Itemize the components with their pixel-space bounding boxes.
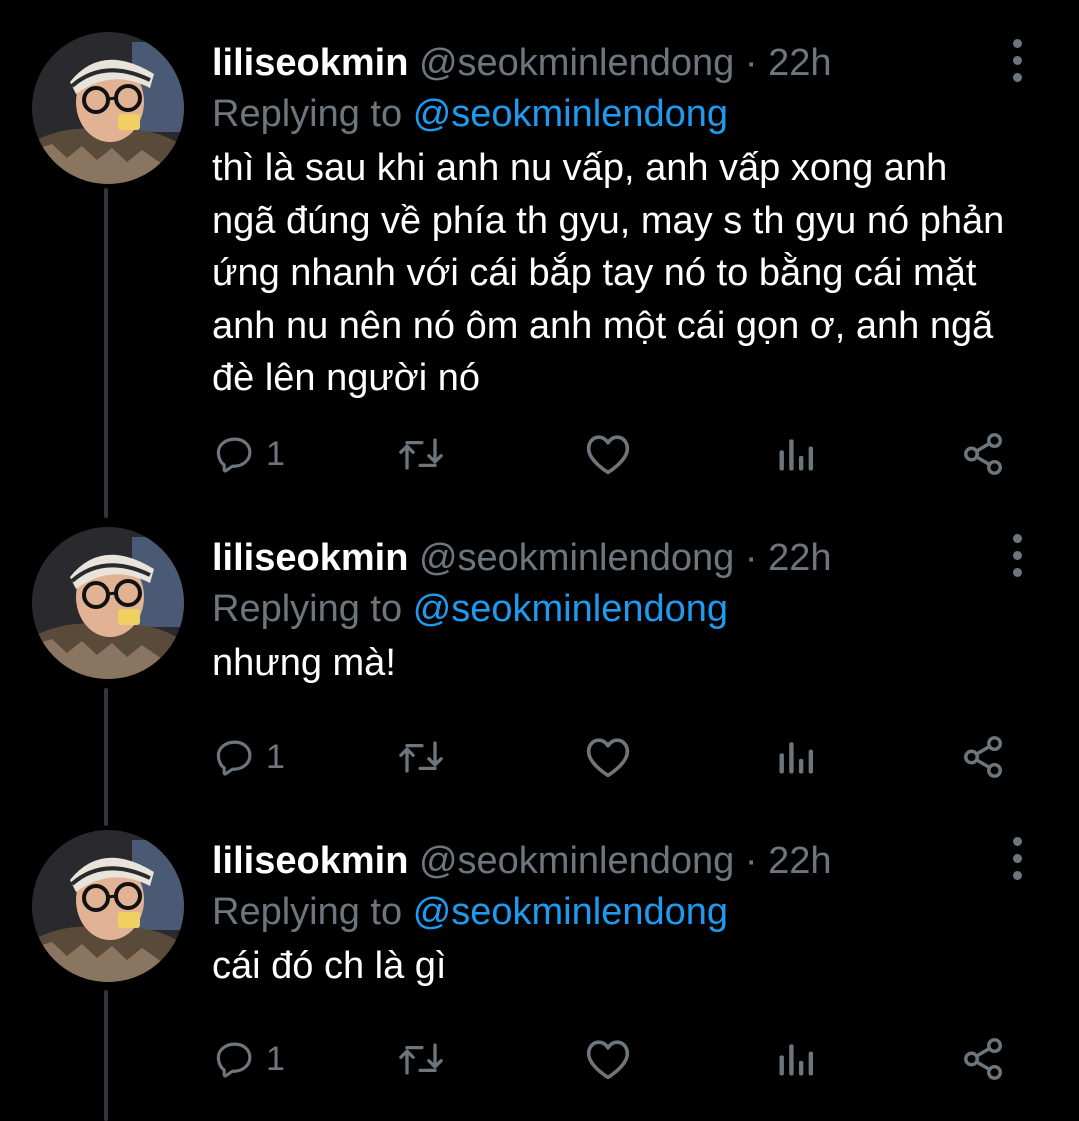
tweet-content: liliseokmin @seokminlendong · 22h Replyi… [212,798,1012,993]
retweet-icon [399,741,443,773]
reply-count: 1 [266,737,285,776]
analytics-button[interactable] [774,727,818,787]
analytics-icon [779,742,814,774]
share-button[interactable] [960,424,1006,484]
analytics-button[interactable] [774,1029,818,1089]
tweet-header: liliseokmin @seokminlendong · 22h [212,836,1012,886]
reply-icon [216,437,252,473]
tweet-text: cái đó ch là gì [212,945,447,987]
user-handle[interactable]: @seokminlendong [419,537,734,579]
retweet-icon [399,438,443,470]
share-icon [964,1038,1002,1080]
share-button[interactable] [960,727,1006,787]
reply-icon [216,1042,252,1078]
reply-count: 1 [266,434,285,473]
share-button[interactable] [960,1029,1006,1089]
separator-dot: · [744,42,758,84]
retweet-button[interactable] [395,424,447,484]
more-icon [1012,533,1022,543]
more-icon [1012,836,1022,846]
mention-link[interactable]: @seokminlendong [413,93,728,135]
replying-to: Replying to @seokminlendong [212,88,1012,140]
reply-button[interactable]: 1 [214,727,285,787]
tweet[interactable]: liliseokmin @seokminlendong · 22h Replyi… [0,495,1079,815]
replying-to: Replying to @seokminlendong [212,886,1012,938]
tweet-text: nhưng mà! [212,642,396,684]
tweet-actions: 1 [212,1029,1042,1089]
more-options-button[interactable] [1002,530,1032,580]
more-icon [1012,38,1022,48]
display-name[interactable]: liliseokmin [212,840,408,882]
tweet-text: thì là sau khi anh nu vấp, anh vấp xong … [212,147,1005,399]
like-button[interactable] [584,727,632,787]
tweet-content: liliseokmin @seokminlendong · 22h Replyi… [212,495,1012,690]
timestamp[interactable]: 22h [768,537,831,579]
mention-link[interactable]: @seokminlendong [413,891,728,933]
retweet-button[interactable] [395,1029,447,1089]
analytics-button[interactable] [774,424,818,484]
display-name[interactable]: liliseokmin [212,42,408,84]
avatar[interactable] [32,830,184,982]
separator-dot: · [744,537,758,579]
user-handle[interactable]: @seokminlendong [419,840,734,882]
share-icon [964,433,1002,475]
more-options-button[interactable] [1002,833,1032,883]
reply-count: 1 [266,1039,285,1078]
reply-button[interactable]: 1 [214,424,285,484]
like-button[interactable] [584,1029,632,1089]
like-icon [586,738,630,778]
avatar-image [32,830,184,982]
avatar[interactable] [32,527,184,679]
replying-to: Replying to @seokminlendong [212,583,1012,635]
avatar[interactable] [32,32,184,184]
replying-to-label: Replying to [212,93,403,135]
display-name[interactable]: liliseokmin [212,537,408,579]
timestamp[interactable]: 22h [768,840,831,882]
mention-link[interactable]: @seokminlendong [413,588,728,630]
analytics-icon [779,1044,814,1076]
replying-to-label: Replying to [212,891,403,933]
avatar-image [32,32,184,184]
tweet-actions: 1 [212,727,1042,787]
share-icon [964,736,1002,778]
user-handle[interactable]: @seokminlendong [419,42,734,84]
like-icon [586,1040,630,1080]
retweet-icon [399,1043,443,1075]
tweet-header: liliseokmin @seokminlendong · 22h [212,38,1012,88]
like-button[interactable] [584,424,632,484]
tweet[interactable]: liliseokmin @seokminlendong · 22h Replyi… [0,0,1079,520]
reply-button[interactable]: 1 [214,1029,285,1089]
like-icon [586,435,630,475]
avatar-image [32,527,184,679]
retweet-button[interactable] [395,727,447,787]
tweet[interactable]: liliseokmin @seokminlendong · 22h Replyi… [0,798,1079,1121]
reply-icon [216,740,252,776]
tweet-thread: liliseokmin @seokminlendong · 22h Replyi… [0,0,1079,1121]
more-options-button[interactable] [1002,35,1032,85]
analytics-icon [779,439,814,471]
replying-to-label: Replying to [212,588,403,630]
timestamp[interactable]: 22h [768,42,831,84]
tweet-content: liliseokmin @seokminlendong · 22h Replyi… [212,0,1012,405]
tweet-header: liliseokmin @seokminlendong · 22h [212,533,1012,583]
separator-dot: · [744,840,758,882]
tweet-actions: 1 [212,424,1042,484]
